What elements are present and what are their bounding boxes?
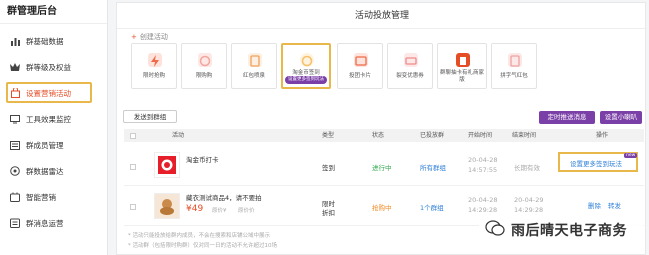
gold-coin-icon [300, 53, 314, 67]
app-root: 群管理后台 群基础数据 群等级及权益 设置营销活动 工具效果监控 群成员管理 群… [0, 0, 649, 255]
tool-flash-sale[interactable]: 限时抢购 [131, 43, 177, 89]
members-icon [10, 140, 20, 150]
sidebar-item-level[interactable]: 群等级及权益 [0, 58, 108, 76]
select-all-checkbox[interactable] [130, 132, 136, 139]
row-checkbox[interactable] [130, 164, 136, 170]
table-row: 淘金币打卡 签到 进行中 所有群组 20-04-28 14:57:55 长期有效… [124, 148, 644, 186]
note-line: * 活动只能投放给群内成员，不会在搜索和店铺公域中展示 [128, 233, 271, 239]
tool-group-card[interactable]: 投团卡片 [337, 43, 383, 89]
price-label: 原价价 [238, 208, 255, 214]
send-to-group-button[interactable]: 发送到群组 [123, 110, 177, 123]
sidebar: 群管理后台 群基础数据 群等级及权益 设置营销活动 工具效果监控 群成员管理 群… [0, 0, 108, 255]
start-date: 20-04-28 [468, 196, 498, 204]
tool-card-draw[interactable]: 群聊抽卡有礼商家版 [437, 43, 487, 89]
forward-link[interactable]: 转发 [608, 200, 621, 210]
gold-coin-thumbnail [154, 152, 180, 178]
tool-limit-buy[interactable]: 限购购 [181, 43, 227, 89]
flash-sale-icon [148, 53, 162, 67]
sidebar-item-marketing[interactable]: 设置营销活动 [0, 84, 108, 102]
smart-icon [10, 192, 20, 202]
col-start: 开始时间 [468, 132, 493, 139]
tool-label: 拼字气红包 [500, 73, 528, 79]
new-badge: new [624, 153, 638, 158]
table-header: 活动 类型 状态 已投放群 开始时间 结束时间 操作 [124, 129, 644, 142]
tool-luck-red-packet[interactable]: 拼字气红包 [491, 43, 537, 89]
col-groups: 已投放群 [420, 132, 445, 139]
create-activity-text: 创建活动 [139, 33, 168, 41]
coupon-icon [404, 53, 418, 67]
col-end: 结束时间 [512, 132, 537, 139]
wechat-logo-icon [485, 220, 505, 240]
watermark-text: 雨后晴天电子商务 [511, 223, 627, 239]
col-actions: 操作 [596, 132, 609, 139]
sidebar-item-monitor[interactable]: 工具效果监控 [0, 110, 108, 128]
watermark: 雨后晴天电子商务 [479, 213, 643, 247]
product-price: ¥49 [186, 204, 204, 214]
start-date: 20-04-28 [468, 156, 498, 164]
tool-label: 限时抢购 [142, 73, 165, 79]
activity-status: 抢购中 [372, 204, 392, 212]
card-draw-icon [456, 53, 470, 67]
tool-fission-coupon[interactable]: 裂变优惠券 [387, 43, 433, 89]
end-time: 长期有效 [514, 164, 540, 172]
group-card-icon [354, 53, 368, 67]
tool-label: 投团卡片 [348, 73, 371, 79]
groups-link[interactable]: 1个群组 [420, 202, 444, 212]
row-checkbox[interactable] [130, 204, 136, 210]
limit-buy-icon [198, 53, 212, 67]
activity-type-line2: 折扣 [322, 209, 335, 217]
sidebar-item-radar[interactable]: 群数据雷达 [0, 162, 108, 180]
tool-red-packet-fountain[interactable]: 红包喷泉 [231, 43, 277, 89]
original-price: 原价¥ [212, 208, 227, 214]
end-date: 20-04-29 [514, 196, 544, 204]
sidebar-item-label: 群基础数据 [26, 36, 64, 46]
timed-push-button[interactable]: 定时推送消息 [539, 111, 595, 124]
sidebar-item-basic-data[interactable]: 群基础数据 [0, 32, 108, 50]
delete-link[interactable]: 删除 [588, 200, 601, 210]
sidebar-item-label: 智能营销 [26, 192, 56, 202]
sidebar-item-label: 群成员管理 [26, 140, 64, 150]
note-line: * 活动群（包括限时购群）仅对同一日的活动不允许超过10场 [128, 243, 277, 249]
red-packet-icon [248, 53, 262, 67]
sidebar-item-messages[interactable]: 群消息运营 [0, 214, 108, 232]
product-name: 藏衣测试商品4，请不要拍 [186, 194, 262, 202]
sidebar-item-label: 群消息运营 [26, 218, 64, 228]
col-status: 状态 [372, 132, 385, 139]
sidebar-item-label: 工具效果监控 [26, 114, 71, 124]
col-activity: 活动 [172, 132, 185, 139]
product-thumbnail [154, 193, 180, 219]
sidebar-title: 群管理后台 [0, 0, 107, 24]
groups-link[interactable]: 所有群组 [420, 162, 446, 172]
message-icon [10, 218, 20, 228]
activity-status: 进行中 [372, 164, 392, 172]
activity-type: 签到 [322, 164, 335, 172]
crown-icon [10, 62, 20, 72]
speaker-settings-button[interactable]: 设置小喇叭 [600, 111, 642, 124]
plus-icon: + [131, 33, 137, 41]
tool-label: 限购购 [195, 73, 213, 79]
col-type: 类型 [322, 132, 335, 139]
more-checkin-badge[interactable]: 设置更多签到玩法 [285, 76, 327, 84]
activity-name: 淘金币打卡 [186, 156, 219, 164]
tool-label: 群聊抽卡有礼商家版 [439, 70, 484, 83]
monitor-icon [10, 114, 20, 124]
luck-packet-icon [508, 53, 522, 67]
sidebar-item-label: 群等级及权益 [26, 62, 71, 72]
start-time: 14:57:55 [468, 166, 498, 174]
tool-gold-checkin[interactable]: 淘金币签到 设置更多签到玩法 [281, 43, 331, 89]
sidebar-item-label: 群数据雷达 [26, 166, 64, 176]
radar-icon [10, 166, 20, 176]
bar-chart-icon [10, 36, 20, 46]
page-title: 活动投放管理 [117, 3, 647, 29]
more-checkin-link[interactable]: 设置更多签到玩法 [570, 158, 622, 168]
sidebar-item-label: 设置营销活动 [26, 88, 71, 98]
create-activity-label: + 创建活动 [131, 32, 168, 42]
sidebar-item-members[interactable]: 群成员管理 [0, 136, 108, 154]
tool-label: 裂变优惠券 [396, 73, 424, 79]
sidebar-item-smart[interactable]: 智能营销 [0, 188, 108, 206]
tool-label: 红包喷泉 [242, 73, 265, 79]
shopping-bag-icon [10, 88, 20, 98]
